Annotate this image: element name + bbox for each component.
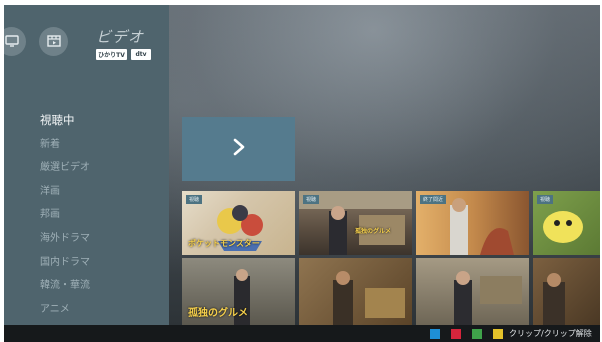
chevron-right-icon [232, 138, 246, 160]
menu-item-domestic-drama[interactable]: 国内ドラマ [40, 251, 90, 275]
green-key-icon [472, 329, 482, 339]
menu-item-western-movies[interactable]: 洋画 [40, 180, 90, 204]
tv-button[interactable] [4, 27, 26, 56]
video-tile[interactable] [416, 258, 529, 325]
featured-next-tile[interactable] [182, 117, 295, 181]
category-menu: 視聴中 新着 厳選ビデオ 洋画 邦画 海外ドラマ 国内ドラマ 韓流・華流 アニメ [40, 109, 90, 321]
menu-item-anime[interactable]: アニメ [40, 298, 90, 322]
video-category-button[interactable] [39, 27, 68, 56]
tv-screen: ビデオ ひかりTV dtv 視聴中 新着 厳選ビデオ 洋画 邦画 海外ドラマ 国… [4, 5, 600, 342]
menu-item-asian-drama[interactable]: 韓流・華流 [40, 274, 90, 298]
menu-item-picks[interactable]: 厳選ビデオ [40, 156, 90, 180]
video-tile[interactable] [299, 258, 412, 325]
service-badge-hikari: ひかりTV [96, 49, 127, 60]
service-badge-dtv: dtv [131, 49, 151, 60]
tile-badge: 視聴 [303, 195, 320, 204]
tile-artwork [333, 271, 405, 325]
yellow-key-icon [493, 329, 503, 339]
video-tile[interactable]: 孤独のグルメ [182, 258, 295, 325]
video-tile[interactable]: 視聴 ポケットモンスター [182, 191, 295, 255]
menu-item-new[interactable]: 新着 [40, 133, 90, 157]
sidebar: ビデオ ひかりTV dtv 視聴中 新着 厳選ビデオ 洋画 邦画 海外ドラマ 国… [4, 5, 169, 325]
video-tile[interactable]: 視聴 [533, 191, 600, 255]
clip-hint-label: クリップ/クリップ解除 [509, 329, 592, 338]
tile-badge: 視聴 [186, 195, 203, 204]
app-title: ビデオ [96, 28, 145, 46]
tile-artwork [454, 271, 522, 325]
tv-icon [4, 32, 19, 51]
tile-caption: 孤独のグルメ [188, 308, 248, 319]
menu-item-watching[interactable]: 視聴中 [40, 109, 90, 133]
tile-caption: 孤独のグルメ [355, 228, 392, 235]
video-tile[interactable]: 終了間近 [416, 191, 529, 255]
video-box-icon [46, 32, 61, 51]
video-tile[interactable]: 視聴 孤独のグルメ [299, 191, 412, 255]
blue-key-icon [430, 329, 440, 339]
bottom-hint-bar: クリップ/クリップ解除 [4, 325, 600, 342]
tile-badge: 視聴 [537, 195, 554, 204]
video-tile[interactable] [533, 258, 600, 325]
menu-item-japanese-movies[interactable]: 邦画 [40, 203, 90, 227]
tile-caption: ポケットモンスター [188, 239, 260, 248]
menu-item-foreign-drama[interactable]: 海外ドラマ [40, 227, 90, 251]
red-key-icon [451, 329, 461, 339]
tile-badge: 終了間近 [420, 195, 447, 204]
tile-artwork [543, 273, 565, 325]
